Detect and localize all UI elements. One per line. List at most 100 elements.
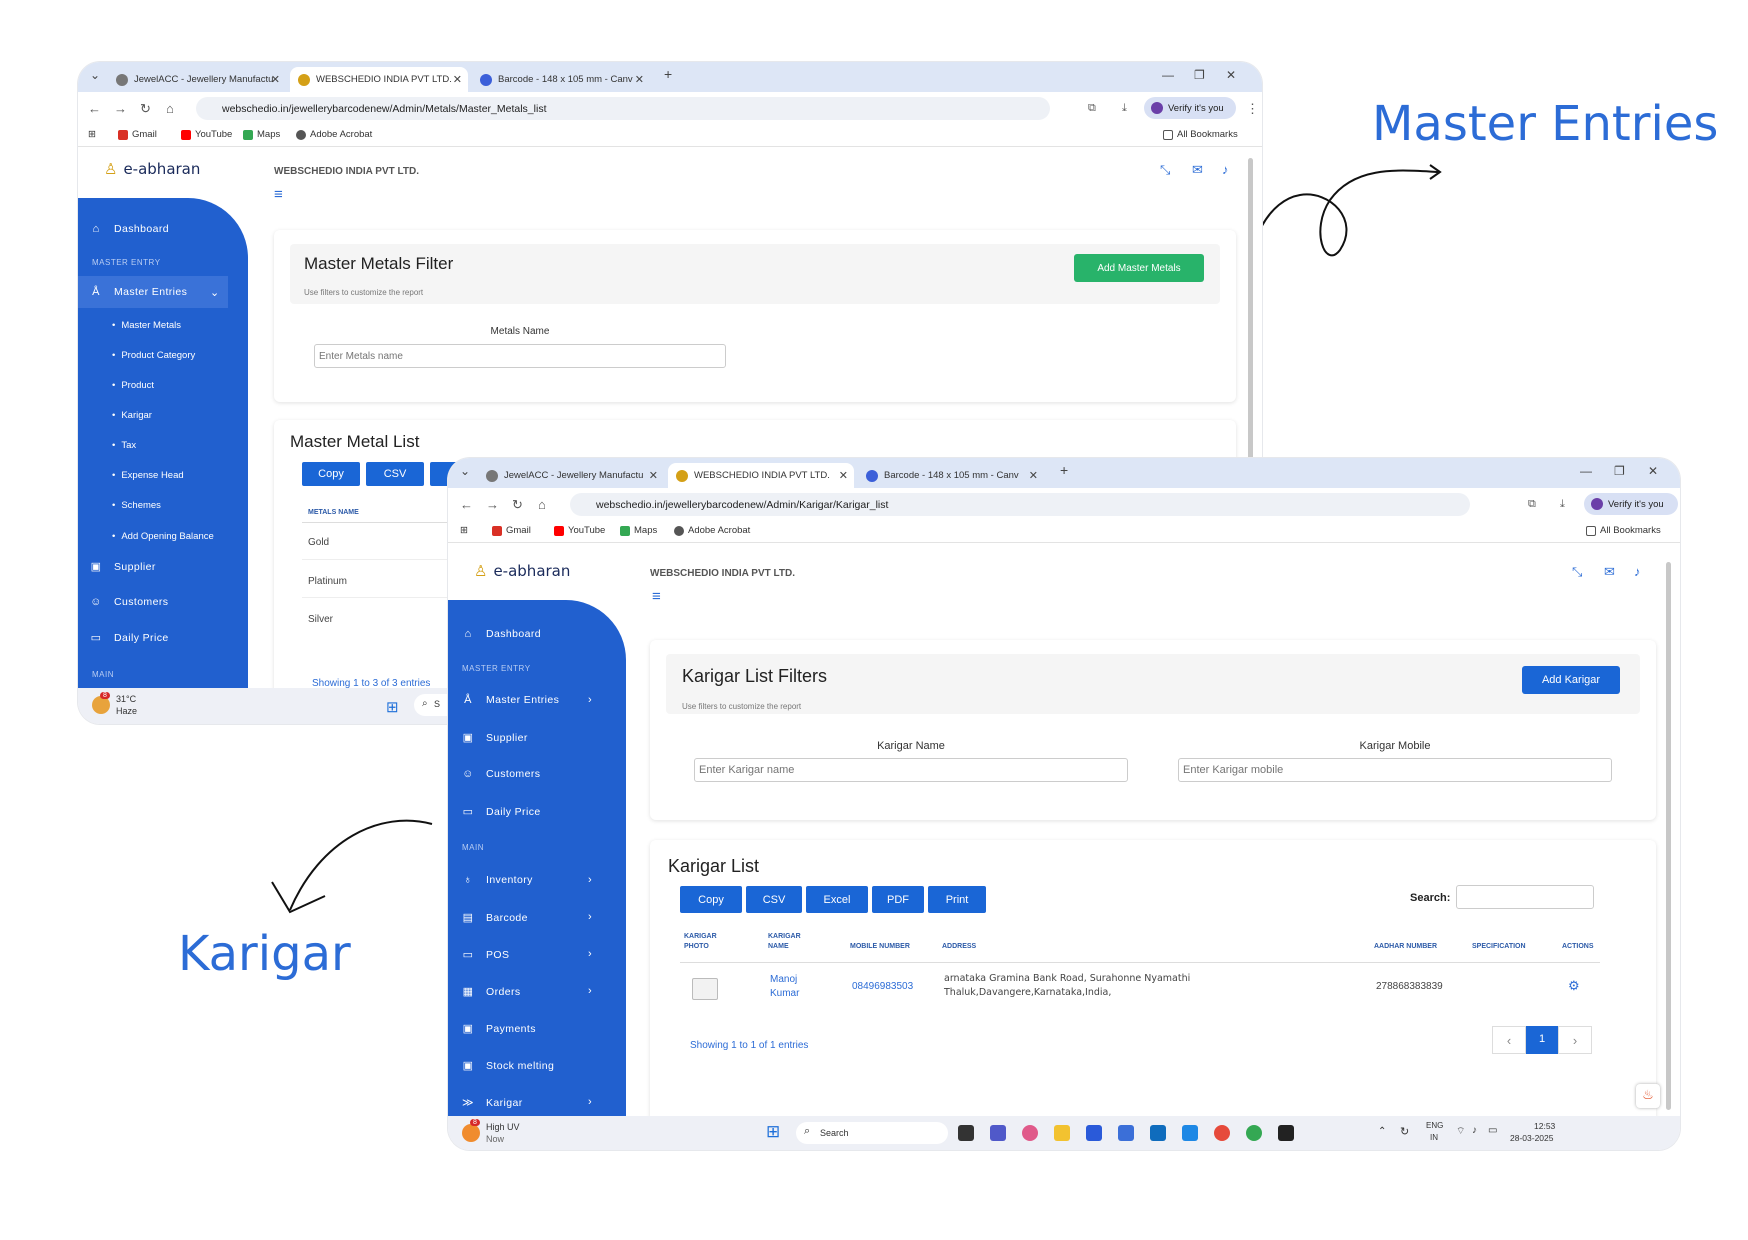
tab-barcode[interactable]: Barcode - 148 x 105 mm - Canv ✕ — [858, 463, 1044, 488]
chrome-profile-icon[interactable] — [1246, 1125, 1262, 1141]
metals-name-input[interactable] — [314, 344, 726, 368]
app-logo[interactable]: ♙ e-abharan — [474, 562, 570, 580]
windows-start-icon[interactable]: ⊞ — [386, 698, 399, 716]
sidebar-item-inventory[interactable]: ♁ Inventory — [462, 874, 533, 886]
sidebar-item-master-entries[interactable]: Å Master Entries — [90, 286, 187, 298]
home-icon[interactable]: ⌂ — [166, 101, 174, 116]
teams-icon[interactable] — [990, 1125, 1006, 1141]
tab-webschedio[interactable]: WEBSCHEDIO INDIA PVT LTD. ✕ — [290, 67, 468, 92]
file-explorer-icon[interactable] — [1054, 1125, 1070, 1141]
col-actions[interactable]: ACTIONS — [1562, 942, 1594, 952]
tab-search-icon[interactable]: ⌄ — [90, 68, 100, 82]
sidebar-item-daily-price[interactable]: ▭ Daily Price — [90, 631, 169, 645]
reload-icon[interactable]: ↻ — [140, 101, 151, 117]
pagination-page[interactable]: 1 — [1526, 1026, 1558, 1054]
bell-icon[interactable]: ♪ — [1634, 564, 1641, 579]
close-window-icon[interactable]: ✕ — [1226, 68, 1236, 82]
new-tab-icon[interactable]: + — [1060, 462, 1068, 478]
hamburger-icon[interactable]: ≡ — [652, 588, 661, 605]
sidebar-sub-tax[interactable]: Tax — [112, 440, 136, 451]
sidebar-item-master-entries[interactable]: Å Master Entries — [462, 694, 559, 706]
pagination-prev[interactable]: ‹ — [1492, 1026, 1526, 1054]
fullscreen-exit-icon[interactable]: ⤡ — [1572, 564, 1582, 580]
csv-button[interactable]: CSV — [746, 886, 802, 913]
clock-time[interactable]: 12:53 — [1534, 1121, 1555, 1131]
sidebar-item-dashboard[interactable]: ⌂ Dashboard — [90, 223, 169, 235]
sidebar-sub-product[interactable]: Product — [112, 380, 154, 391]
clock-date[interactable]: 28-03-2025 — [1510, 1133, 1553, 1143]
back-icon[interactable]: ← — [88, 101, 101, 116]
sidebar-item-customers[interactable]: ☺ Customers — [462, 768, 540, 780]
download-icon[interactable]: ⤓ — [1122, 102, 1127, 115]
windows-start-icon[interactable]: ⊞ — [766, 1122, 780, 1142]
forward-icon[interactable]: → — [486, 497, 499, 512]
sidebar-sub-master-metals[interactable]: Master Metals — [112, 320, 181, 331]
col-address[interactable]: ADDRESS — [942, 942, 976, 952]
tab-search-icon[interactable]: ⌄ — [460, 464, 470, 478]
close-icon[interactable]: ✕ — [453, 73, 462, 86]
outlook-icon[interactable] — [1150, 1125, 1166, 1141]
sidebar-item-supplier[interactable]: ▣ Supplier — [462, 731, 528, 745]
mail-icon[interactable]: ✉ — [1192, 162, 1203, 178]
close-icon[interactable]: ✕ — [635, 73, 644, 86]
verify-chip[interactable]: Verify it's you — [1584, 493, 1678, 515]
minimize-icon[interactable]: — — [1580, 464, 1592, 478]
menu-icon[interactable]: ⋮ — [1246, 101, 1259, 117]
close-icon[interactable]: ✕ — [839, 469, 848, 482]
sidebar-item-barcode[interactable]: ▤ Barcode — [462, 911, 528, 925]
sidebar-item-daily-price[interactable]: ▭ Daily Price — [462, 805, 541, 819]
col-karigar-photo[interactable]: KARIGAR PHOTO — [684, 932, 728, 952]
tab-jewelacc[interactable]: JewelACC - Jewellery Manufactu ✕ — [108, 67, 286, 92]
copilot-icon[interactable] — [1022, 1125, 1038, 1141]
terminal-icon[interactable] — [1278, 1125, 1294, 1141]
scrollbar[interactable] — [1666, 562, 1671, 1110]
col-metals-name[interactable]: METALS NAME — [308, 508, 359, 518]
apps-icon[interactable]: ⊞ — [460, 525, 468, 536]
col-specification[interactable]: SPECIFICATION — [1472, 942, 1526, 952]
all-bookmarks[interactable]: All Bookmarks — [1586, 525, 1661, 536]
home-icon[interactable]: ⌂ — [538, 497, 546, 512]
pdf-button[interactable]: PDF — [872, 886, 924, 913]
sidebar-item-customers[interactable]: ☺ Customers — [90, 596, 168, 608]
close-icon[interactable]: ✕ — [271, 73, 280, 86]
sidebar-sub-product-category[interactable]: Product Category — [112, 350, 195, 361]
apps-icon[interactable]: ⊞ — [88, 129, 96, 140]
pagination-next[interactable]: › — [1558, 1026, 1592, 1054]
extensions-icon[interactable]: ⧉ — [1528, 498, 1536, 511]
sidebar-item-supplier[interactable]: ▣ Supplier — [90, 560, 156, 574]
sidebar-item-pos[interactable]: ▭ POS — [462, 948, 509, 962]
add-karigar-button[interactable]: Add Karigar — [1522, 666, 1620, 694]
minimize-icon[interactable]: — — [1162, 68, 1174, 82]
hamburger-icon[interactable]: ≡ — [274, 186, 283, 203]
download-icon[interactable]: ⤓ — [1560, 498, 1565, 511]
sync-icon[interactable]: ↻ — [1400, 1125, 1409, 1138]
col-mobile-number[interactable]: MOBILE NUMBER — [850, 942, 910, 952]
tray-chevron-icon[interactable]: ⌃ — [1378, 1126, 1386, 1137]
close-icon[interactable]: ✕ — [649, 469, 658, 482]
fullscreen-exit-icon[interactable]: ⤡ — [1160, 162, 1170, 178]
karigar-mobile-input[interactable] — [1178, 758, 1612, 782]
bookmark-gmail[interactable]: Gmail — [118, 129, 157, 140]
chrome-icon[interactable] — [1214, 1125, 1230, 1141]
sidebar-item-stock-melting[interactable]: ▣ Stock melting — [462, 1059, 554, 1073]
karigar-name-line2[interactable]: Kumar — [770, 988, 799, 999]
wifi-icon[interactable]: ⌔ — [1456, 1125, 1465, 1138]
close-window-icon[interactable]: ✕ — [1648, 464, 1658, 478]
table-search-input[interactable] — [1456, 885, 1594, 909]
sidebar-sub-karigar[interactable]: Karigar — [112, 410, 152, 421]
sidebar-sub-opening-balance[interactable]: Add Opening Balance — [112, 531, 213, 542]
tab-barcode[interactable]: Barcode - 148 x 105 mm - Canv ✕ — [472, 67, 650, 92]
verify-chip[interactable]: Verify it's you — [1144, 97, 1236, 119]
vscode-icon[interactable] — [1182, 1125, 1198, 1141]
print-button[interactable]: Print — [928, 886, 986, 913]
notepad-icon[interactable] — [1118, 1125, 1134, 1141]
bell-icon[interactable]: ♪ — [1222, 162, 1229, 177]
bookmark-maps[interactable]: Maps — [620, 525, 657, 536]
back-icon[interactable]: ← — [460, 497, 473, 512]
sidebar-item-orders[interactable]: ▦ Orders — [462, 985, 521, 999]
all-bookmarks[interactable]: All Bookmarks — [1163, 129, 1238, 140]
volume-icon[interactable]: ♪ — [1472, 1125, 1477, 1136]
taskbar-search[interactable]: Search — [796, 1122, 948, 1144]
task-view-icon[interactable] — [958, 1125, 974, 1141]
flame-icon[interactable]: ♨ — [1636, 1084, 1660, 1108]
